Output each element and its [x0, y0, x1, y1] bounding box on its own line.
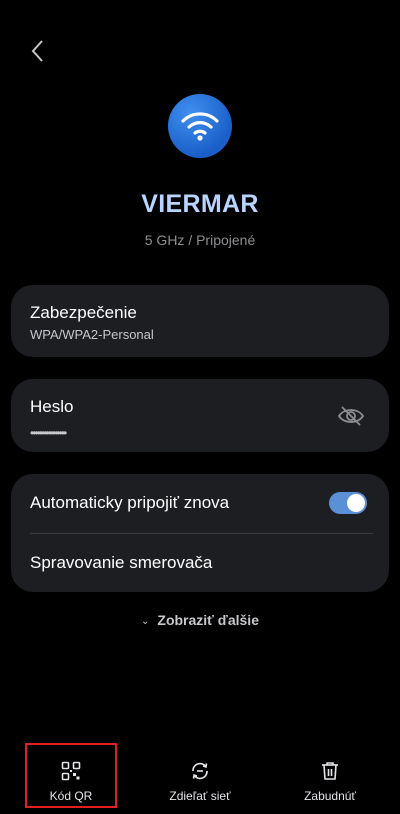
forget-label: Zabudnúť	[304, 789, 356, 803]
chevron-down-icon: ⌄	[141, 616, 150, 627]
auto-reconnect-row[interactable]: Automaticky pripojiť znova	[11, 474, 389, 532]
wifi-icon-badge	[168, 94, 232, 158]
back-button[interactable]	[28, 38, 48, 64]
security-card: Zabezpečenie WPA/WPA2-Personal	[11, 285, 389, 357]
toggle-knob	[347, 494, 365, 512]
selection-highlight	[25, 743, 117, 808]
settings-card: Automaticky pripojiť znova Spravovanie s…	[11, 474, 389, 592]
router-manage-label: Spravovanie smerovača	[30, 553, 213, 572]
connection-status: 5 GHz / Pripojené	[144, 232, 256, 248]
auto-reconnect-toggle[interactable]	[329, 492, 367, 514]
auto-reconnect-label: Automaticky pripojiť znova	[30, 493, 230, 512]
password-card[interactable]: Heslo ••••••••••••••••	[11, 379, 389, 452]
security-title: Zabezpečenie	[30, 303, 137, 322]
password-value: ••••••••••••••••	[30, 426, 67, 440]
share-network-label: Zdieľať sieť	[169, 789, 231, 803]
share-network-icon	[192, 762, 208, 780]
chevron-left-icon	[31, 40, 43, 62]
wifi-icon	[181, 112, 219, 141]
show-more-button[interactable]: ⌄ Zobraziť ďalšie	[0, 612, 400, 628]
show-more-label: Zobraziť ďalšie	[157, 612, 259, 628]
router-manage-row[interactable]: Spravovanie smerovača	[11, 534, 389, 592]
eye-off-icon[interactable]	[337, 405, 365, 427]
network-name: VIERMAR	[141, 190, 259, 218]
forget-button[interactable]: Zabudnúť	[284, 752, 376, 808]
share-network-button[interactable]: Zdieľať sieť	[154, 752, 246, 808]
password-title: Heslo	[30, 397, 74, 416]
trash-icon	[322, 762, 338, 780]
security-value: WPA/WPA2-Personal	[30, 327, 154, 342]
